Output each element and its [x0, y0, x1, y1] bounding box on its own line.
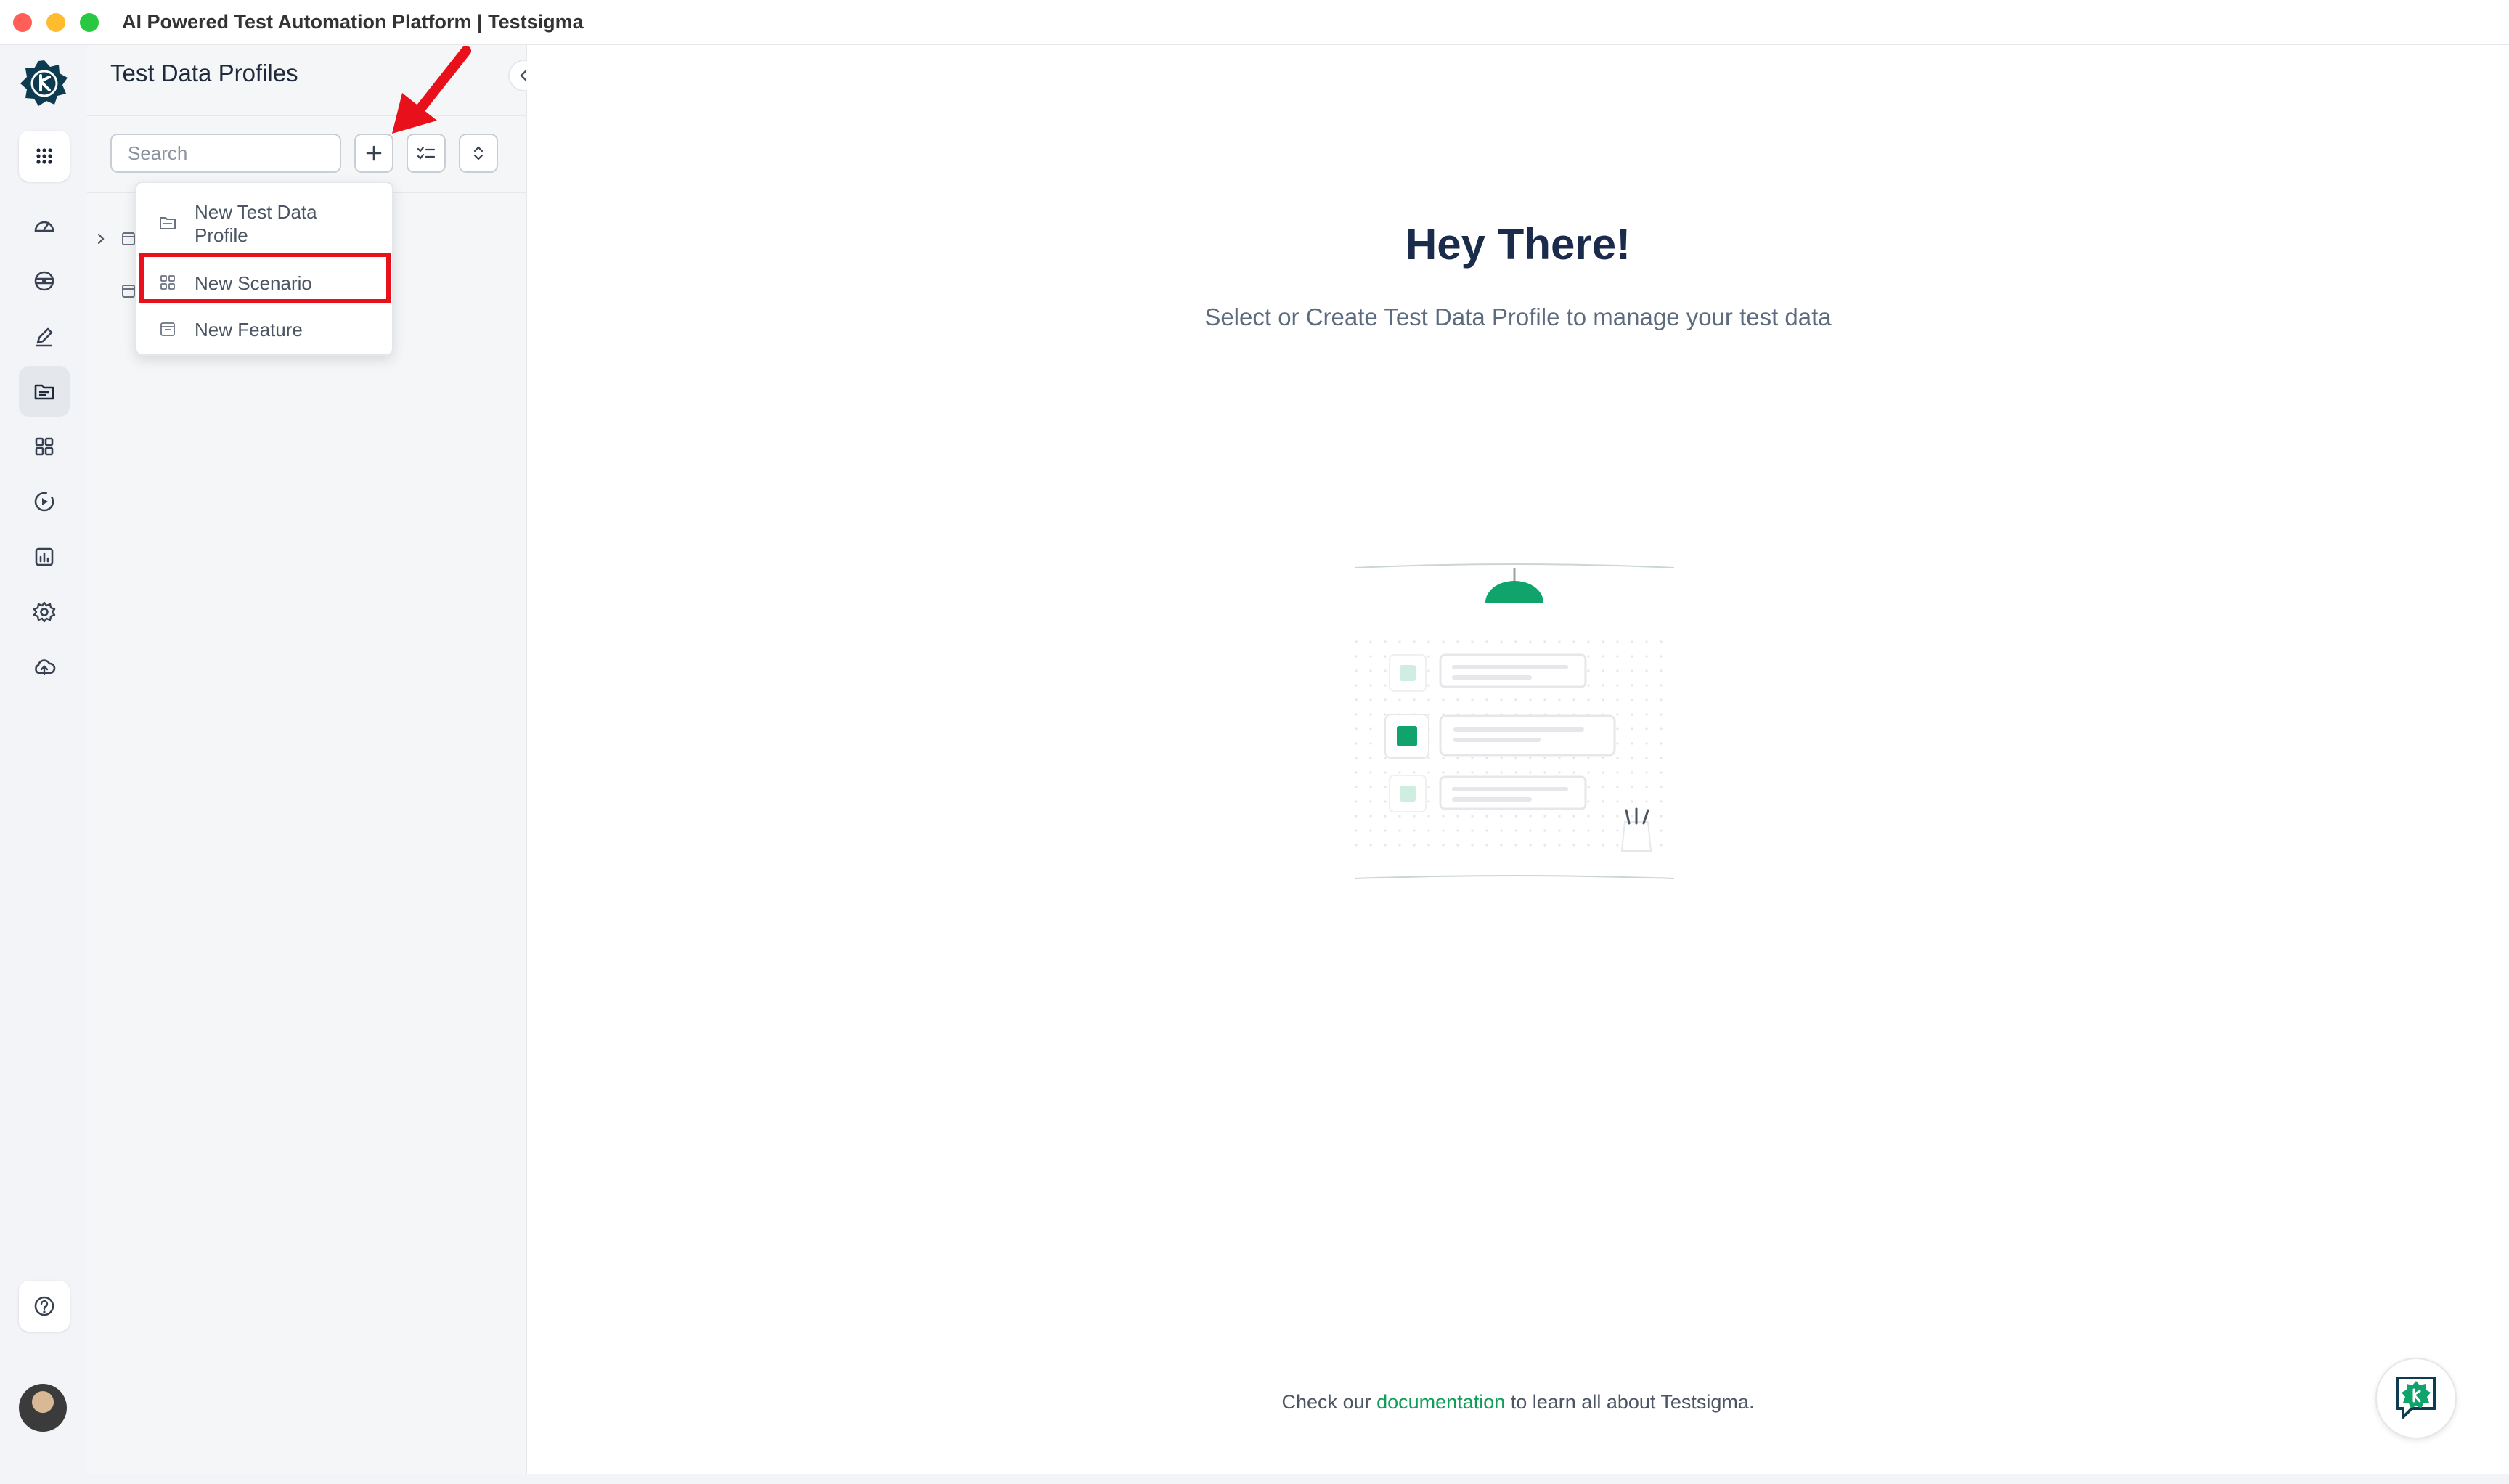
settings-nav-button[interactable]: [19, 587, 70, 637]
settings-icon: [33, 601, 56, 623]
cloud-upload-nav-button[interactable]: [19, 642, 70, 693]
help-button[interactable]: [19, 1281, 70, 1332]
footer-prefix: Check our: [1281, 1391, 1371, 1413]
run-icon: [34, 492, 54, 512]
apps-grid-button[interactable]: [19, 131, 70, 182]
minimize-window-button[interactable]: [46, 13, 65, 32]
test-data-icon: [34, 384, 54, 400]
elements-nav-button[interactable]: [19, 256, 70, 306]
close-window-button[interactable]: [13, 13, 32, 32]
left-nav-rail: [0, 45, 87, 1484]
maximize-window-button[interactable]: [80, 13, 99, 32]
folder-icon: [160, 217, 176, 229]
main-content: Hey There! Select or Create Test Data Pr…: [527, 45, 2509, 1484]
apps-grid-icon: [36, 148, 52, 164]
feature-icon: [122, 285, 135, 298]
user-avatar[interactable]: [19, 1384, 67, 1432]
reports-icon: [35, 547, 54, 566]
test-data-nav-button[interactable]: [19, 366, 70, 417]
panel-title: Test Data Profiles: [110, 60, 298, 86]
annotation-highlight-box: [139, 253, 391, 303]
testsigma-logo-icon[interactable]: [19, 58, 70, 109]
dashboard-icon: [34, 221, 54, 232]
empty-state-illustration: [1354, 563, 1675, 879]
chevron-up-down-icon: [473, 146, 484, 160]
chat-bot-icon: [2396, 1377, 2436, 1419]
elements-icon: [34, 271, 54, 291]
footer-suffix: to learn all about Testsigma.: [1510, 1391, 1755, 1413]
run-nav-button[interactable]: [19, 476, 70, 527]
cloud-upload-icon: [35, 659, 56, 676]
empty-state-heading: Hey There!: [1405, 220, 1631, 269]
window-title: AI Powered Test Automation Platform | Te…: [122, 11, 584, 33]
window-bottom-edge: [0, 1474, 2509, 1484]
calendar-icon: [160, 322, 175, 336]
menu-item-new-test-data-profile[interactable]: New Test Data Profile: [136, 199, 392, 260]
documentation-link[interactable]: documentation: [1376, 1391, 1505, 1413]
plus-icon: [366, 145, 382, 161]
empty-state-subheading: Select or Create Test Data Profile to ma…: [1204, 303, 1832, 330]
menu-item-label: New Test Data Profile: [195, 201, 317, 246]
checklist-icon: [417, 146, 436, 160]
dashboard-nav-button[interactable]: [19, 200, 70, 251]
test-cases-icon: [36, 327, 53, 347]
menu-item-new-feature[interactable]: New Feature: [136, 308, 392, 351]
components-icon: [35, 437, 54, 456]
menu-item-label: New Feature: [195, 319, 303, 341]
search-input[interactable]: [110, 134, 341, 173]
help-icon: [34, 1296, 54, 1316]
components-nav-button[interactable]: [19, 421, 70, 472]
annotation-arrow-icon: [392, 46, 471, 134]
window-titlebar: AI Powered Test Automation Platform | Te…: [0, 0, 2509, 45]
test-cases-nav-button[interactable]: [19, 311, 70, 362]
chevron-right-icon[interactable]: [93, 231, 109, 247]
reports-nav-button[interactable]: [19, 531, 70, 582]
feature-icon: [122, 232, 135, 245]
support-chat-button[interactable]: [2375, 1358, 2457, 1439]
documentation-note: Check our documentation to learn all abo…: [527, 1391, 2509, 1414]
